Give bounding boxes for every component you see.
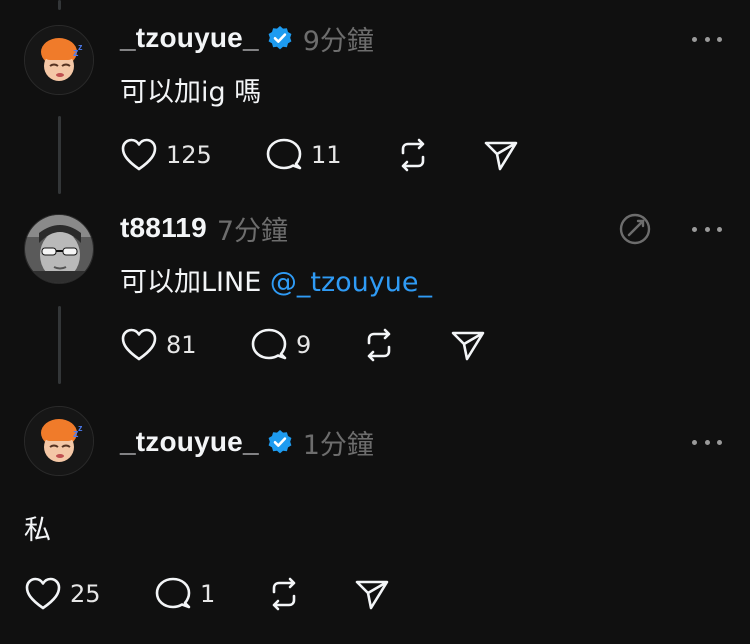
post-text: 可以加LINE @_tzouyue_ [120,260,432,299]
reply-button[interactable]: 9 [250,325,311,365]
reply-count: 9 [296,331,312,359]
verified-badge-icon [267,25,293,51]
post-header: _tzouyue_ 9分鐘 [120,18,374,58]
timestamp: 1分鐘 [302,429,374,461]
username[interactable]: _tzouyue_ [120,426,259,458]
like-count: 81 [166,331,197,359]
repost-icon [367,328,391,362]
share-button[interactable] [483,135,519,175]
avatar[interactable] [24,214,94,284]
more-icon[interactable] [692,34,722,44]
comment-icon [155,577,191,609]
thread-line-2 [58,306,61,384]
heart-icon [121,138,157,171]
thread-line-top [58,0,61,10]
share-button[interactable] [354,574,390,614]
heart-icon [25,577,61,610]
repost-button[interactable] [394,135,432,175]
verified-badge-icon [267,429,293,455]
send-icon [484,141,518,171]
heart-icon [121,328,157,361]
comment-icon [251,328,287,360]
more-icon[interactable] [692,224,722,234]
repost-button[interactable] [265,574,303,614]
reply-count: 1 [200,580,216,608]
repost-button[interactable] [360,325,398,365]
post-text-content: 可以加LINE [120,267,270,298]
repost-icon [401,138,425,172]
like-button[interactable]: 125 [120,135,212,175]
post-header: _tzouyue_ 1分鐘 [120,422,374,462]
like-count: 25 [70,580,101,608]
username[interactable]: _tzouyue_ [120,22,259,54]
more-icon[interactable] [692,437,722,447]
reply-button[interactable]: 1 [154,574,215,614]
post-text: 私 [24,515,51,546]
send-icon [355,580,389,610]
timestamp: 7分鐘 [216,215,289,247]
reply-count: 11 [311,141,342,169]
translate-icon[interactable] [618,212,652,250]
send-icon [451,331,485,361]
share-button[interactable] [450,325,486,365]
repost-icon [272,577,296,611]
like-button[interactable]: 81 [120,325,197,365]
post-text: 可以加ig 嗎 [120,77,262,108]
thread-line-1 [58,116,61,194]
username[interactable]: t88119 [120,212,207,244]
svg-text:z: z [78,423,83,433]
like-count: 125 [166,141,212,169]
avatar[interactable]: z z [24,25,94,95]
svg-text:z: z [78,42,83,52]
timestamp: 9分鐘 [302,25,374,57]
mention-link[interactable]: @_tzouyue_ [270,267,432,298]
post-header: t88119 7分鐘 [120,208,288,248]
reply-button[interactable]: 11 [265,135,342,175]
avatar[interactable]: z z [24,406,94,476]
comment-icon [266,138,302,170]
like-button[interactable]: 25 [24,574,101,614]
